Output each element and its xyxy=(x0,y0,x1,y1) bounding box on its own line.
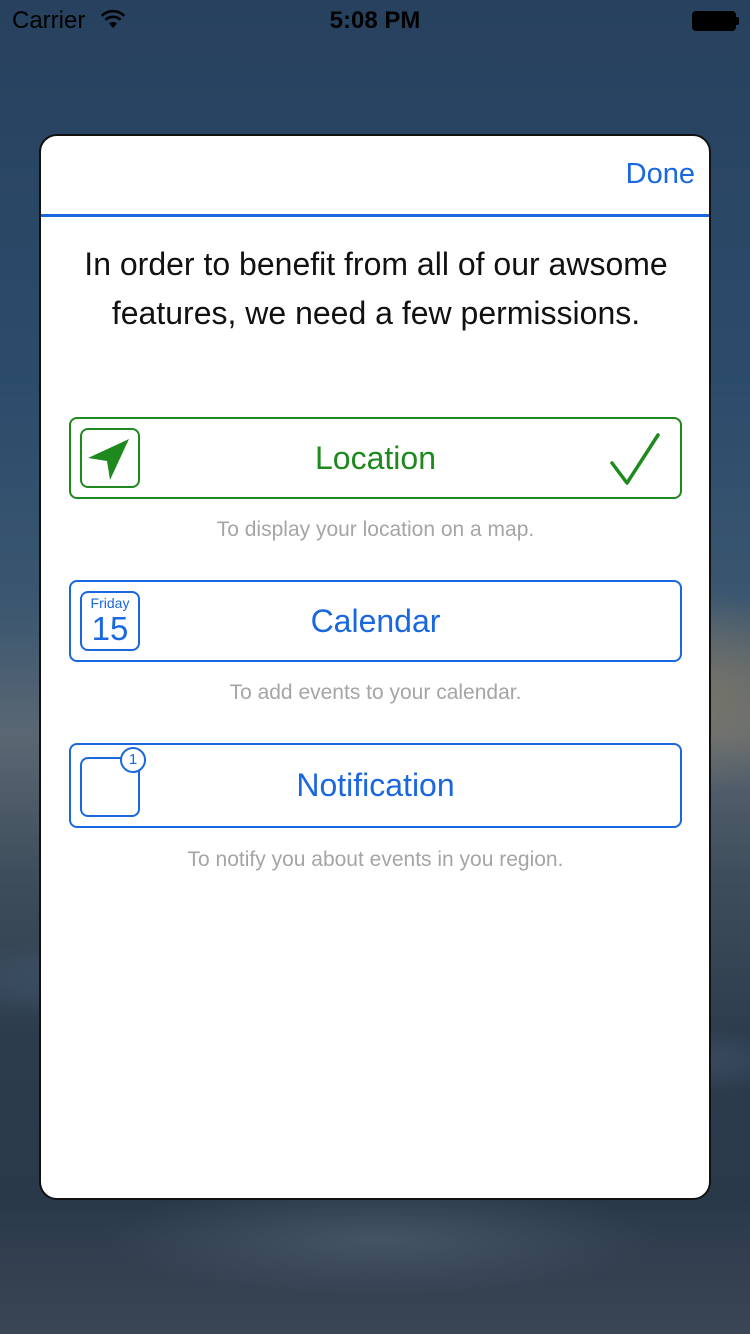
clock: 5:08 PM xyxy=(329,7,421,34)
permissions-modal: Done In order to benefit from all of our… xyxy=(39,134,711,1200)
location-description: To display your location on a map. xyxy=(216,518,535,541)
calendar-description: To add events to your calendar. xyxy=(229,681,522,704)
location-permission-button[interactable]: Location xyxy=(69,417,682,499)
location-label: Location xyxy=(315,439,436,476)
intro-text: In order to benefit from all of our awso… xyxy=(84,246,668,331)
notification-permission-button[interactable]: 1 Notification xyxy=(69,743,682,828)
header-divider xyxy=(41,214,709,217)
status-bar: Carrier 5:08 PM xyxy=(0,0,750,40)
done-button[interactable]: Done xyxy=(626,158,695,191)
notification-description: To notify you about events in you region… xyxy=(187,848,564,871)
calendar-permission-button[interactable]: Friday 15 Calendar xyxy=(69,580,682,662)
checkmark-icon xyxy=(610,433,660,485)
calendar-label: Calendar xyxy=(310,602,441,639)
notification-label: Notification xyxy=(296,767,455,803)
battery-icon xyxy=(692,11,739,31)
